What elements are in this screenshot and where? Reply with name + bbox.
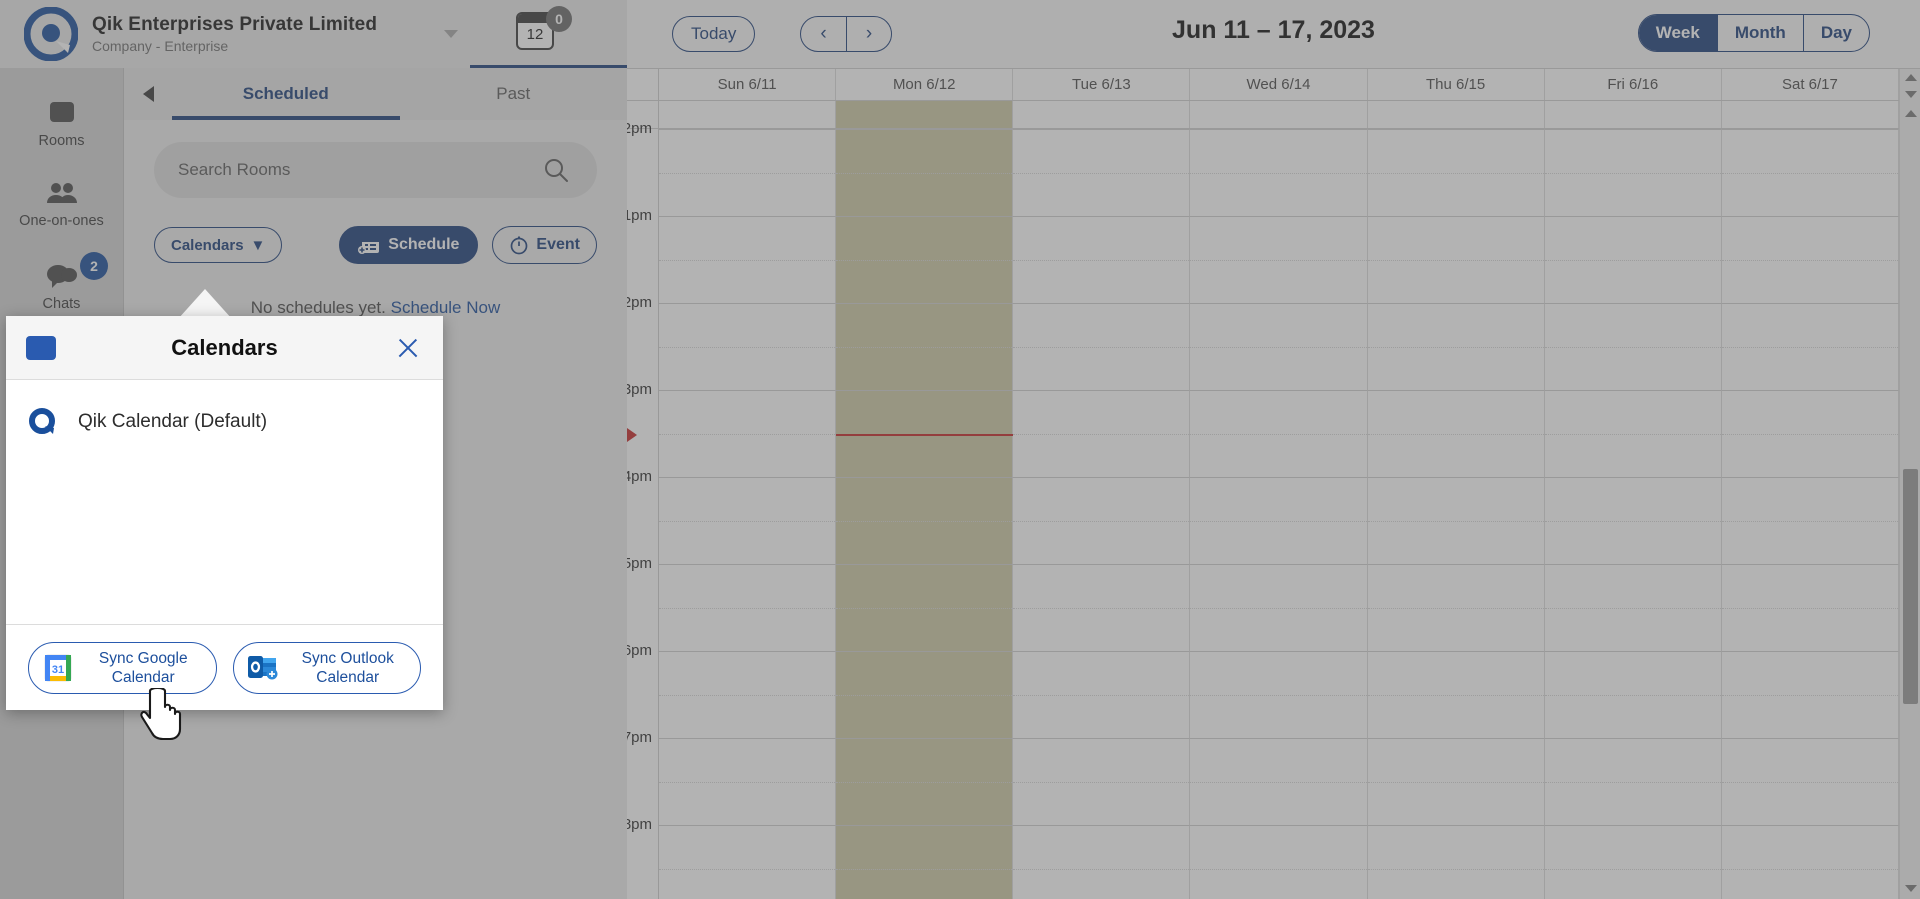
sync-outlook-calendar-button[interactable]: Sync Outlook Calendar: [232, 641, 421, 694]
modal-footer: 31 Sync Google Calendar Sync Outlook Cal…: [6, 624, 443, 710]
qik-logo-icon: [29, 408, 55, 434]
app-root: Qik Enterprises Private Limited Company …: [0, 0, 1920, 899]
close-icon[interactable]: [395, 335, 421, 361]
google-calendar-icon: 31: [44, 654, 72, 681]
calendar-square-icon: [26, 335, 56, 360]
modal-header: Calendars: [6, 316, 443, 380]
modal-title: Calendars: [171, 334, 278, 360]
sync-outlook-label-line1: Sync Outlook: [301, 649, 394, 667]
calendar-name: Qik Calendar (Default): [78, 411, 268, 432]
sync-outlook-label: Sync Outlook Calendar: [290, 649, 407, 687]
svg-text:31: 31: [52, 664, 64, 676]
sync-google-calendar-button[interactable]: 31 Sync Google Calendar: [28, 641, 217, 694]
sync-outlook-label-line2: Calendar: [316, 668, 380, 686]
calendars-modal: Calendars Qik Calendar (Default) 31 Sync…: [6, 316, 443, 710]
modal-body: Qik Calendar (Default): [6, 380, 443, 624]
sync-google-label: Sync Google Calendar: [85, 649, 202, 687]
sync-google-label-line1: Sync Google: [98, 649, 188, 667]
list-item[interactable]: Qik Calendar (Default): [28, 402, 421, 442]
sync-google-label-line2: Calendar: [111, 668, 175, 686]
modal-pointer-triangle: [178, 289, 232, 319]
outlook-icon: [247, 655, 277, 679]
